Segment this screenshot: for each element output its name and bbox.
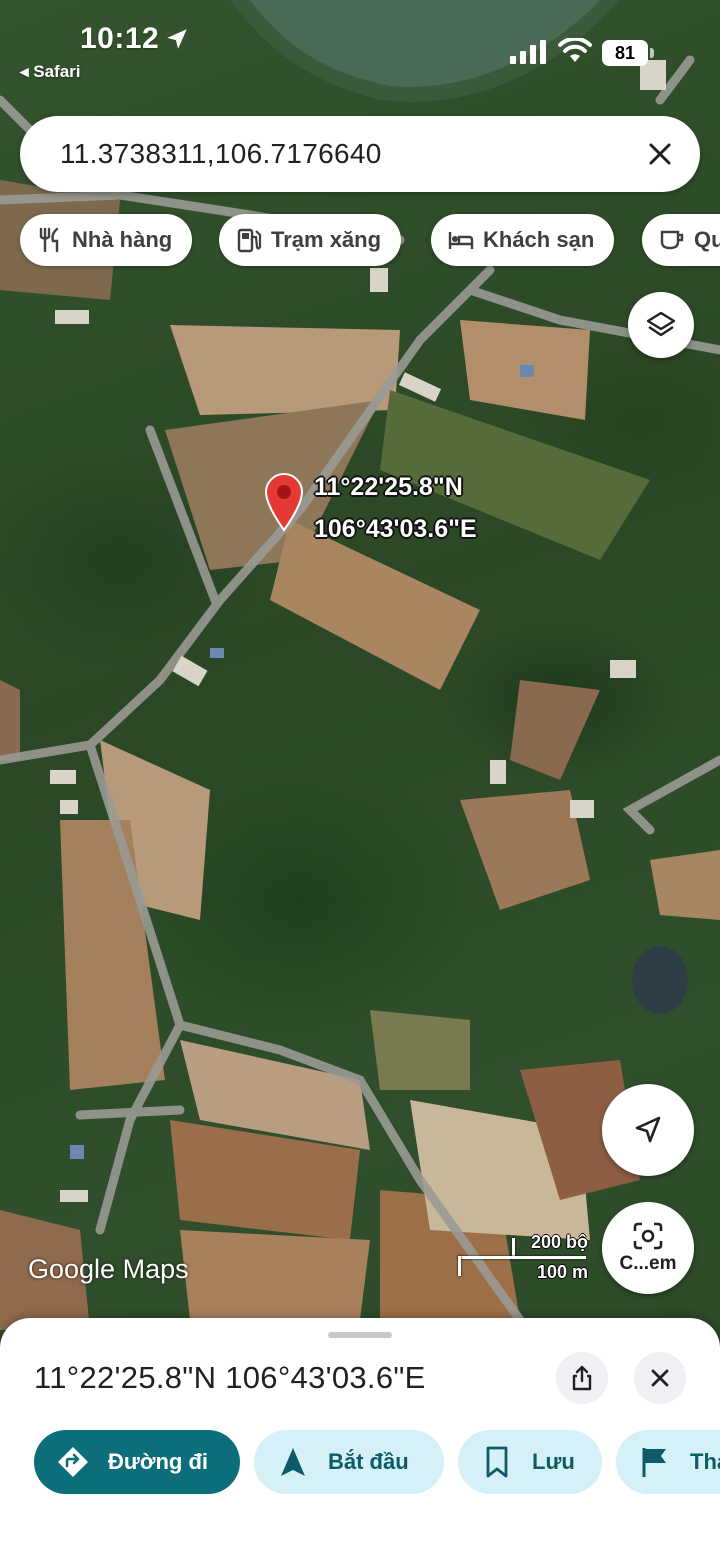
drop-pin-label: Thả bbox=[690, 1449, 720, 1474]
chip-label: Qu bbox=[694, 227, 720, 252]
start-label: Bắt đầu bbox=[328, 1449, 409, 1474]
flag-icon bbox=[642, 1448, 666, 1477]
location-services-icon bbox=[167, 29, 187, 49]
close-icon bbox=[651, 1369, 669, 1387]
clock: 10:12 bbox=[80, 22, 160, 55]
scale-meters: 100 m bbox=[536, 1262, 588, 1282]
chip-label: Trạm xăng bbox=[271, 227, 382, 252]
chip-gas-stations[interactable]: Trạm xăng bbox=[219, 214, 402, 266]
bookmark-icon bbox=[486, 1446, 508, 1478]
battery-indicator: 81 bbox=[602, 40, 648, 66]
wifi-icon bbox=[558, 38, 592, 62]
save-button[interactable]: Lưu bbox=[458, 1430, 602, 1494]
logo-google: Google bbox=[28, 1254, 116, 1284]
pin-longitude: 106°43'03.6"E bbox=[314, 515, 477, 543]
scale-bar: 200 bộ 100 m bbox=[456, 1232, 590, 1284]
close-icon[interactable] bbox=[644, 138, 676, 170]
cellular-signal-icon bbox=[510, 40, 546, 64]
navigation-arrow-icon bbox=[635, 1116, 661, 1143]
chip-label: Khách sạn bbox=[483, 227, 595, 252]
place-bottom-sheet[interactable]: 11°22'25.8"N 106°43'03.6"E Đường đi Bắt … bbox=[0, 1318, 720, 1564]
pin-coordinate-label: 11°22'25.8"N 106°43'03.6"E bbox=[314, 466, 477, 550]
back-to-safari-link[interactable]: ◂ Safari bbox=[20, 62, 81, 82]
my-location-button[interactable] bbox=[602, 1084, 694, 1176]
directions-icon bbox=[58, 1447, 88, 1477]
gas-station-icon bbox=[237, 228, 262, 253]
close-sheet-button[interactable] bbox=[634, 1352, 686, 1404]
search-input[interactable]: 11.3738311,106.7176640 bbox=[60, 138, 382, 170]
dropped-pin-icon[interactable] bbox=[262, 472, 306, 532]
directions-label: Đường đi bbox=[108, 1449, 208, 1474]
logo-maps: Maps bbox=[115, 1254, 189, 1284]
search-bar[interactable]: 11.3738311,106.7176640 bbox=[20, 116, 700, 192]
layers-icon bbox=[646, 311, 676, 337]
directions-button[interactable]: Đường đi bbox=[34, 1430, 240, 1494]
save-label: Lưu bbox=[532, 1449, 575, 1474]
pin-latitude: 11°22'25.8"N bbox=[314, 473, 463, 501]
start-button[interactable]: Bắt đầu bbox=[254, 1430, 444, 1494]
scale-line bbox=[458, 1256, 586, 1259]
navigate-icon bbox=[281, 1448, 305, 1476]
hotel-icon bbox=[448, 232, 474, 249]
restaurant-icon bbox=[39, 227, 59, 253]
scale-tick bbox=[512, 1238, 515, 1258]
scale-tick bbox=[458, 1256, 461, 1276]
category-chips: Nhà hàng Trạm xăng Khách sạn Qu bbox=[20, 214, 720, 266]
layers-button[interactable] bbox=[628, 292, 694, 358]
sheet-drag-handle[interactable] bbox=[328, 1332, 392, 1338]
lens-label: C...em bbox=[619, 1253, 677, 1274]
share-button[interactable] bbox=[556, 1352, 608, 1404]
chip-coffee[interactable]: Qu bbox=[642, 214, 720, 266]
place-title: 11°22'25.8"N 106°43'03.6"E bbox=[34, 1360, 426, 1395]
camera-lens-icon bbox=[633, 1222, 663, 1250]
status-bar: 10:12 ◂ Safari 81 bbox=[0, 0, 720, 100]
scale-feet: 200 bộ bbox=[530, 1232, 588, 1252]
chip-hotels[interactable]: Khách sạn bbox=[431, 214, 615, 266]
google-lens-button[interactable]: C...em bbox=[602, 1202, 694, 1294]
chip-restaurants[interactable]: Nhà hàng bbox=[20, 214, 193, 266]
coffee-icon bbox=[660, 230, 684, 250]
chip-label: Nhà hàng bbox=[72, 227, 173, 252]
share-icon bbox=[572, 1365, 592, 1391]
action-buttons: Đường đi Bắt đầu Lưu Thả bbox=[0, 1430, 720, 1494]
battery-tip bbox=[650, 48, 654, 58]
drop-pin-button[interactable]: Thả bbox=[616, 1430, 720, 1494]
google-maps-logo: Google Maps bbox=[28, 1254, 189, 1285]
